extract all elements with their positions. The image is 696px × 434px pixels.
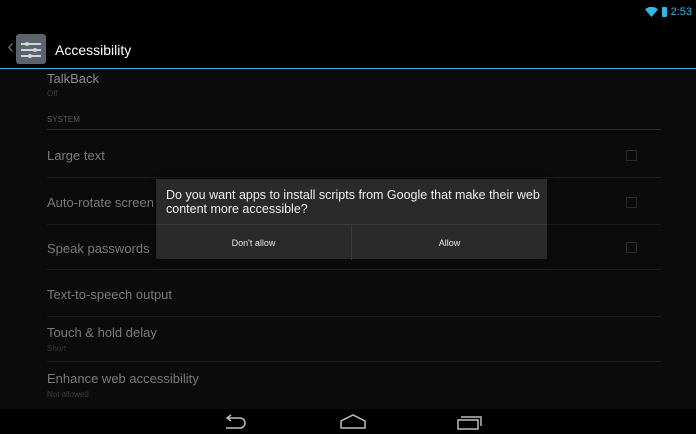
battery-icon (661, 7, 667, 17)
auto-rotate-checkbox[interactable] (626, 197, 637, 208)
pref-title: Large text (47, 148, 105, 163)
pref-summary: Short (47, 344, 67, 353)
slider-line (21, 49, 41, 51)
pref-summary: Not allowed (47, 390, 89, 399)
pref-tts-output[interactable]: Text-to-speech output (47, 270, 661, 317)
settings-app-icon[interactable] (16, 34, 46, 64)
permission-dialog: Do you want apps to install scripts from… (156, 179, 547, 260)
slider-line (21, 43, 41, 45)
action-bar: Accessibility (0, 30, 696, 69)
status-time: 2:53 (670, 6, 692, 18)
pref-touch-hold-delay[interactable]: Touch & hold delay Short (47, 317, 661, 362)
dialog-message: Do you want apps to install scripts from… (166, 188, 540, 216)
pref-talkback[interactable]: TalkBack Off (47, 69, 661, 113)
allow-button[interactable]: Allow (352, 225, 547, 260)
pref-title: Touch & hold delay (47, 325, 157, 340)
pref-title: Auto-rotate screen (47, 195, 154, 210)
navigation-bar (0, 409, 696, 434)
home-icon[interactable] (339, 414, 367, 430)
pref-title: TalkBack (47, 71, 100, 86)
wifi-icon (644, 7, 658, 17)
pref-title: Text-to-speech output (47, 287, 173, 302)
slider-knob (33, 48, 37, 52)
pref-title: Enhance web accessibility (47, 371, 199, 386)
up-caret-icon[interactable] (8, 43, 13, 52)
speak-passwords-checkbox[interactable] (626, 242, 637, 253)
recent-apps-icon[interactable] (456, 414, 482, 430)
dialog-button-bar: Don't allow Allow (156, 224, 547, 260)
page-title: Accessibility (55, 42, 132, 58)
status-bar: 2:53 (0, 0, 696, 30)
dont-allow-button[interactable]: Don't allow (156, 225, 351, 260)
large-text-checkbox[interactable] (626, 150, 637, 161)
back-icon[interactable] (222, 414, 248, 430)
slider-knob (25, 42, 29, 46)
pref-large-text[interactable]: Large text (47, 131, 661, 178)
section-header-system: SYSTEM (47, 115, 661, 130)
status-icons: 2:53 (644, 4, 692, 20)
pref-enhance-web[interactable]: Enhance web accessibility Not allowed (47, 362, 661, 408)
pref-title: Speak passwords (47, 241, 150, 256)
slider-knob (28, 54, 32, 58)
pref-summary: Off (47, 89, 58, 98)
